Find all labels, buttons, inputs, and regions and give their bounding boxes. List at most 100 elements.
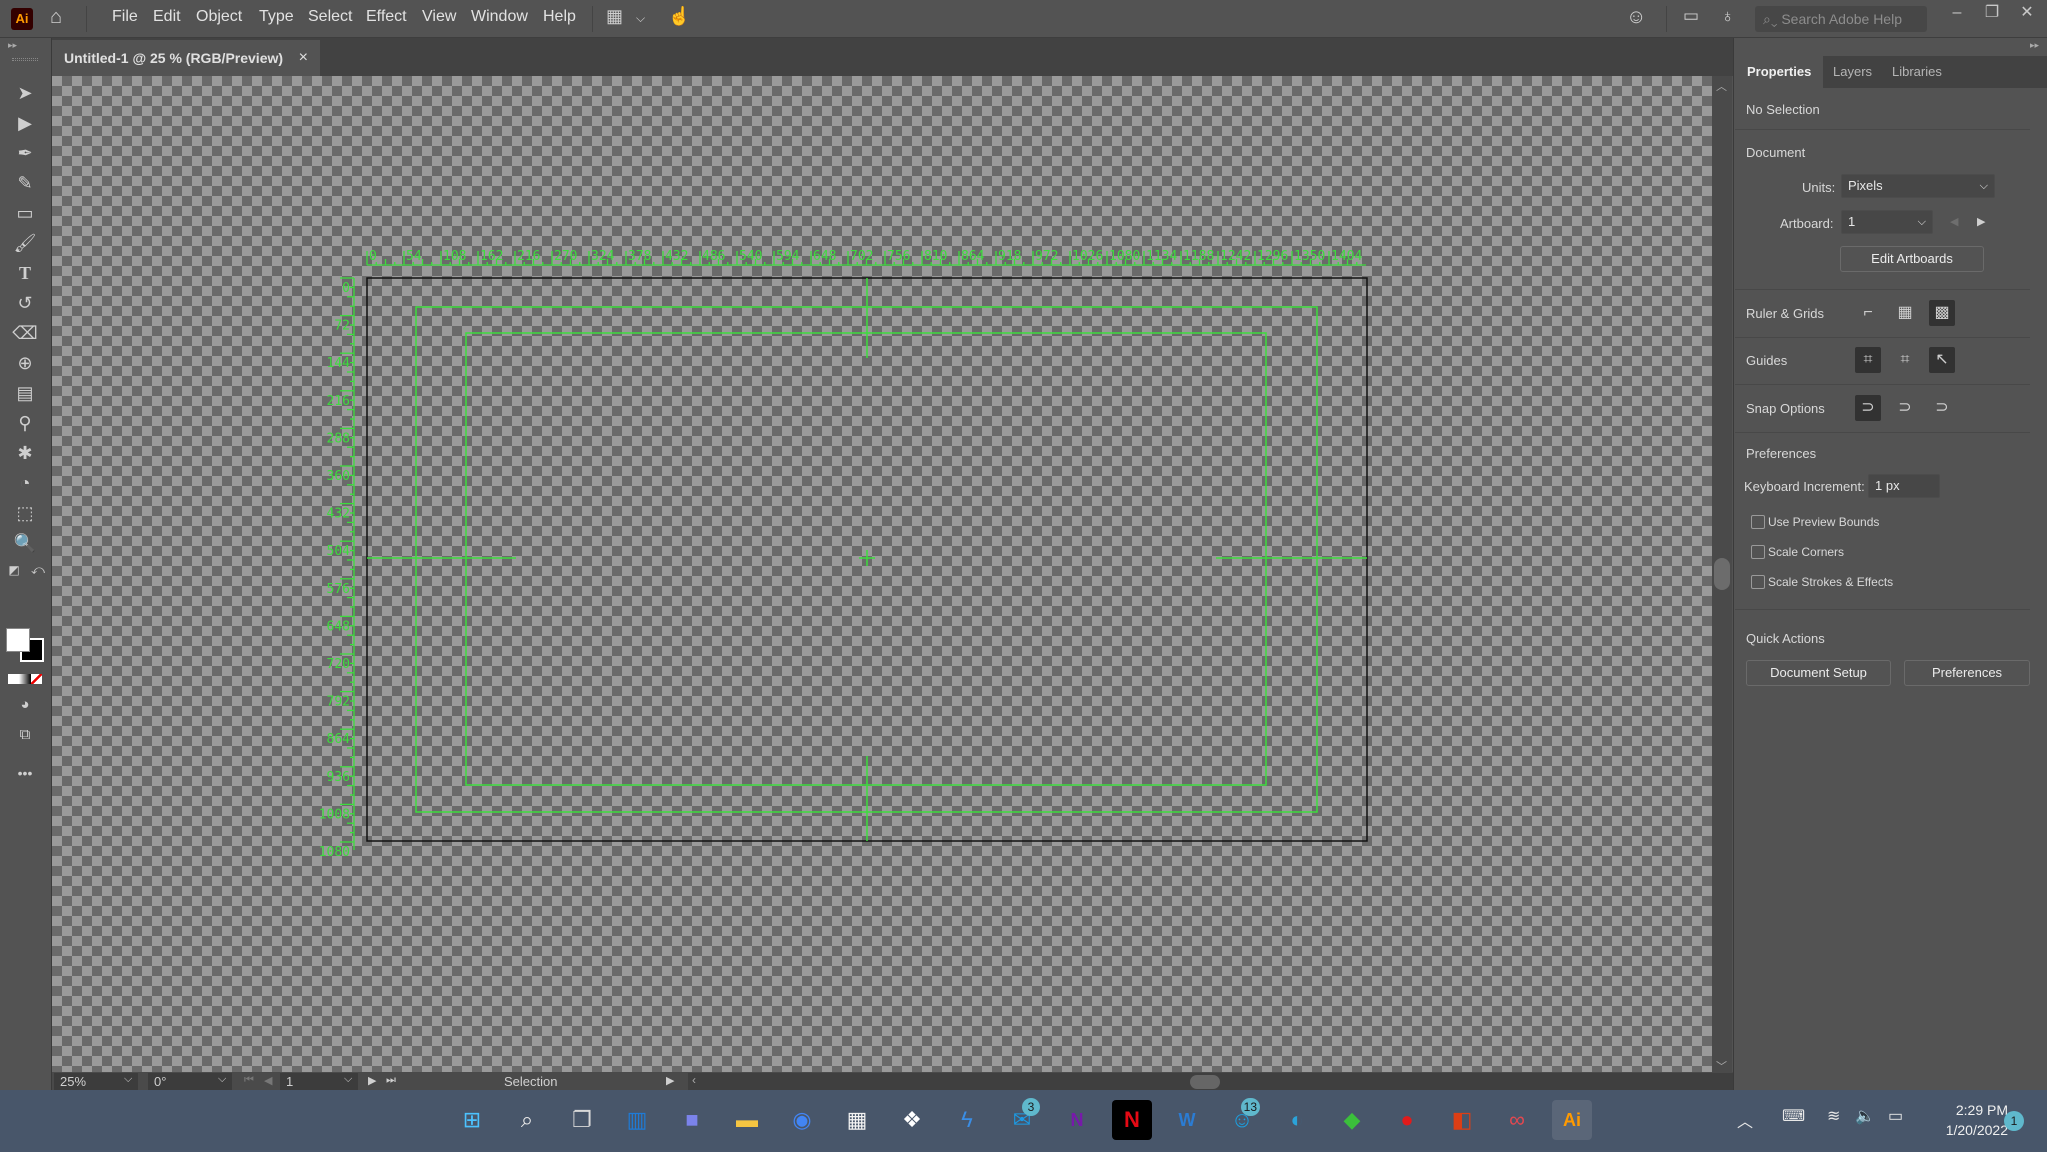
units-dropdown[interactable]: Pixels ⌵ bbox=[1841, 174, 1995, 198]
prev-artboard-icon[interactable]: ◀ bbox=[264, 1074, 272, 1087]
toolbar-grip[interactable] bbox=[12, 58, 38, 61]
home-icon[interactable]: ⌂ bbox=[50, 6, 62, 29]
gradient-icon[interactable] bbox=[19, 674, 31, 684]
horizontal-scrollbar[interactable]: ‹ › bbox=[688, 1073, 1748, 1091]
lightbulb-icon[interactable]: ♁ bbox=[1721, 6, 1735, 27]
taskbar-netflix[interactable]: N bbox=[1112, 1100, 1152, 1140]
blend-tool-icon[interactable]: ◔ bbox=[12, 470, 38, 496]
menu-type[interactable]: Type bbox=[259, 8, 294, 26]
menu-select[interactable]: Select bbox=[308, 8, 352, 26]
taskbar-task-view[interactable]: ❐ bbox=[562, 1100, 602, 1140]
wifi-icon[interactable]: ≋ bbox=[1827, 1106, 1840, 1126]
restore-button[interactable]: ❐ bbox=[1975, 2, 2009, 24]
next-artboard-icon[interactable]: ▶ bbox=[368, 1074, 376, 1087]
panel-toggle-icon[interactable]: ▭ bbox=[1683, 6, 1699, 26]
none-icon[interactable] bbox=[30, 674, 42, 684]
taskbar-illustrator[interactable]: Ai bbox=[1552, 1100, 1592, 1140]
close-window-button[interactable]: ✕ bbox=[2010, 2, 2044, 24]
minimize-button[interactable]: – bbox=[1940, 2, 1974, 24]
rotation-dropdown-icon[interactable]: ⌵ bbox=[218, 1073, 226, 1086]
tab-layers[interactable]: Layers bbox=[1821, 56, 1884, 88]
document-tab[interactable]: Untitled-1 @ 25 % (RGB/Preview) × bbox=[52, 40, 320, 76]
selection-tool-icon[interactable]: ➤ bbox=[12, 80, 38, 106]
zoom-dropdown-icon[interactable]: ⌵ bbox=[124, 1073, 132, 1086]
battery-icon[interactable]: ▭ bbox=[1888, 1106, 1903, 1126]
preferences-button[interactable]: Preferences bbox=[1904, 660, 2030, 686]
collapse-panel-icon[interactable]: ▸▸ bbox=[2030, 40, 2039, 51]
menu-object[interactable]: Object bbox=[196, 8, 242, 26]
canvas[interactable]: 0 54 108 162 216 270 324 378 432 486 540 594 648 702 7… bbox=[52, 76, 1712, 1078]
search-help-input[interactable]: ⌕⌄ Search Adobe Help bbox=[1755, 6, 1927, 32]
menu-window[interactable]: Window bbox=[471, 8, 528, 26]
rectangle-tool-icon[interactable]: ▭ bbox=[12, 200, 38, 226]
ruler-icon[interactable]: ⌐ bbox=[1855, 300, 1881, 326]
taskbar-office[interactable]: ◧ bbox=[1442, 1100, 1482, 1140]
fill-swatch[interactable] bbox=[6, 628, 30, 652]
taskbar-search[interactable]: ⌕ bbox=[507, 1100, 547, 1140]
grid-icon[interactable]: ▦ bbox=[1892, 300, 1918, 326]
draw-mode-icon[interactable]: ◕ bbox=[12, 692, 38, 718]
taskbar-recorder[interactable]: ● bbox=[1387, 1100, 1427, 1140]
taskbar-chrome[interactable]: ◉ bbox=[782, 1100, 822, 1140]
default-fill-stroke-icon[interactable]: ◩ bbox=[6, 562, 22, 578]
gradient-tool-icon[interactable]: ▤ bbox=[12, 380, 38, 406]
taskbar-file-explorer[interactable]: ▬ bbox=[727, 1100, 767, 1140]
tab-libraries[interactable]: Libraries bbox=[1880, 56, 1954, 88]
more-tools-icon[interactable]: ••• bbox=[12, 760, 38, 786]
scroll-up-icon[interactable]: ︿ bbox=[1716, 78, 1727, 94]
prev-artboard-arrow-icon[interactable]: ◀ bbox=[1950, 215, 1958, 228]
first-artboard-icon[interactable]: ⏮ bbox=[244, 1074, 254, 1087]
swap-fill-stroke-icon[interactable]: ⤺ bbox=[30, 562, 46, 578]
artboard-tool-icon[interactable]: ⬚ bbox=[12, 500, 38, 526]
artboard-dropdown[interactable]: 1 ⌵ bbox=[1841, 210, 1933, 234]
edit-artboards-button[interactable]: Edit Artboards bbox=[1840, 246, 1984, 272]
next-artboard-arrow-icon[interactable]: ▶ bbox=[1977, 215, 1985, 228]
type-tool-icon[interactable]: T bbox=[12, 260, 38, 286]
taskbar-onenote[interactable]: N bbox=[1057, 1100, 1097, 1140]
taskbar-start[interactable]: ⊞ bbox=[452, 1100, 492, 1140]
taskbar-dropbox[interactable]: ❖ bbox=[892, 1100, 932, 1140]
shape-builder-tool-icon[interactable]: ⊕ bbox=[12, 350, 38, 376]
last-artboard-icon[interactable]: ⏭ bbox=[386, 1074, 396, 1087]
smart-guides-icon[interactable]: ↖ bbox=[1929, 347, 1955, 373]
volume-icon[interactable]: 🔈 bbox=[1855, 1106, 1875, 1126]
show-guides-icon[interactable]: ⌗ bbox=[1855, 347, 1881, 373]
notifications-badge[interactable]: 1 bbox=[2004, 1111, 2024, 1131]
touch-workspace-icon[interactable]: ☝ bbox=[668, 6, 690, 27]
taskbar-edge[interactable]: ◐ bbox=[1277, 1100, 1317, 1140]
zoom-tool-icon[interactable]: 🔍 bbox=[12, 530, 38, 556]
close-tab-icon[interactable]: × bbox=[299, 40, 308, 76]
taskbar-messaging[interactable]: ☺ 13 bbox=[1222, 1098, 1262, 1140]
scale-corners-checkbox[interactable] bbox=[1751, 545, 1765, 559]
workspace-layout-icon[interactable]: ▦ bbox=[606, 6, 623, 27]
color-icon[interactable] bbox=[8, 674, 20, 684]
taskbar-creative-cloud[interactable]: ∞ bbox=[1497, 1100, 1537, 1140]
curvature-tool-icon[interactable]: ✎ bbox=[12, 170, 38, 196]
menu-file[interactable]: File bbox=[112, 8, 138, 26]
menu-edit[interactable]: Edit bbox=[153, 8, 181, 26]
snap-to-grid-icon[interactable]: ⊃ bbox=[1892, 395, 1918, 421]
menu-view[interactable]: View bbox=[422, 8, 456, 26]
artboard-dropdown-icon[interactable]: ⌵ bbox=[344, 1073, 352, 1086]
keyboard-increment-input[interactable]: 1 px bbox=[1868, 474, 1940, 498]
collapse-toolbar-icon[interactable]: ▸▸ bbox=[8, 40, 17, 51]
lock-guides-icon[interactable]: ⌗ bbox=[1892, 347, 1918, 373]
status-menu-icon[interactable]: ▶ bbox=[666, 1074, 674, 1087]
menu-help[interactable]: Help bbox=[543, 8, 576, 26]
menu-effect[interactable]: Effect bbox=[366, 8, 407, 26]
add-user-icon[interactable]: ☺ bbox=[1626, 6, 1646, 29]
show-hidden-icons-icon[interactable]: ︿ bbox=[1737, 1108, 1753, 1132]
eraser-tool-icon[interactable]: ⌫ bbox=[12, 320, 38, 346]
chevron-down-icon[interactable]: ⌵ bbox=[636, 11, 645, 26]
taskbar-app-lightning[interactable]: ϟ bbox=[947, 1100, 987, 1140]
taskbar-sims[interactable]: ◆ bbox=[1332, 1100, 1372, 1140]
snap-to-point-icon[interactable]: ⊃ bbox=[1855, 395, 1881, 421]
color-mode-buttons[interactable] bbox=[8, 674, 42, 684]
clock[interactable]: 2:29 PM 1/20/2022 bbox=[1928, 1100, 2008, 1140]
taskbar-word[interactable]: W bbox=[1167, 1100, 1207, 1140]
scroll-left-icon[interactable]: ‹ bbox=[692, 1073, 696, 1087]
screen-mode-icon[interactable]: ⧉ bbox=[12, 722, 38, 748]
direct-selection-tool-icon[interactable]: ▶ bbox=[12, 110, 38, 136]
taskbar-teams-chat[interactable]: ■ bbox=[672, 1100, 712, 1140]
paintbrush-tool-icon[interactable]: 🖌 bbox=[12, 230, 38, 256]
